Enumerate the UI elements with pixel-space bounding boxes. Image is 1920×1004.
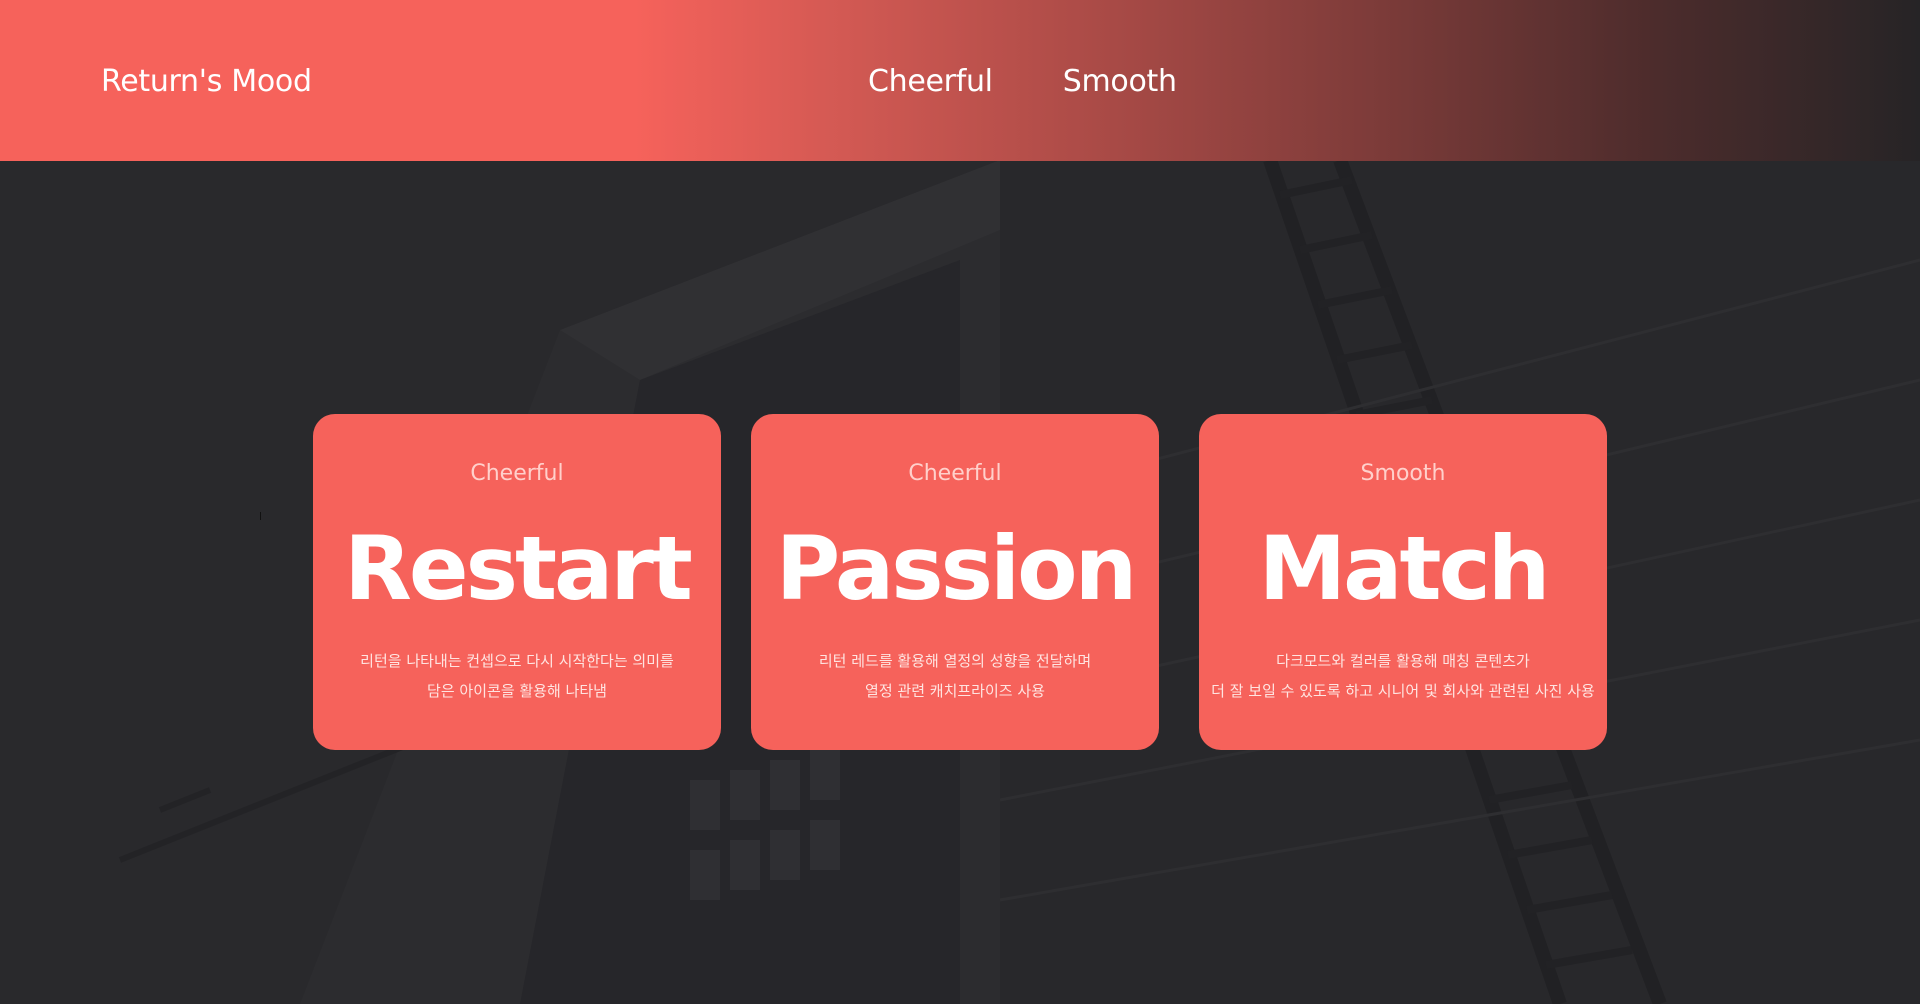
card-description-line: 다크모드와 컬러를 활용해 매칭 콘텐츠가 <box>1276 652 1530 670</box>
card-section: Cheerful Restart 리턴을 나타내는 컨셉으로 다시 시작한다는 … <box>0 0 1920 1004</box>
card-description: 다크모드와 컬러를 활용해 매칭 콘텐츠가 더 잘 보일 수 있도록 하고 시니… <box>1199 646 1607 706</box>
card-restart: Cheerful Restart 리턴을 나타내는 컨셉으로 다시 시작한다는 … <box>313 414 721 750</box>
card-tag: Cheerful <box>908 461 1002 486</box>
card-tag: Cheerful <box>470 461 564 486</box>
card-title: Passion <box>775 517 1138 620</box>
card-description: 리턴 레드를 활용해 열정의 성향을 전달하며 열정 관련 캐치프라이즈 사용 <box>751 646 1159 706</box>
card-description-line: 열정 관련 캐치프라이즈 사용 <box>865 682 1045 700</box>
card-passion: Cheerful Passion 리턴 레드를 활용해 열정의 성향을 전달하며… <box>751 414 1159 750</box>
card-description-line: 리턴 레드를 활용해 열정의 성향을 전달하며 <box>818 652 1092 670</box>
card-description-line: 리턴을 나타내는 컨셉으로 다시 시작한다는 의미를 <box>360 652 674 670</box>
card-description: 리턴을 나타내는 컨셉으로 다시 시작한다는 의미를 담은 아이콘을 활용해 나… <box>313 646 721 706</box>
card-tag: Smooth <box>1360 461 1446 486</box>
card-match: Smooth Match 다크모드와 컬러를 활용해 매칭 콘텐츠가 더 잘 보… <box>1199 414 1607 750</box>
card-description-line: 더 잘 보일 수 있도록 하고 시니어 및 회사와 관련된 사진 사용 <box>1211 682 1595 700</box>
card-title: Restart <box>344 517 693 620</box>
card-description-line: 담은 아이콘을 활용해 나타냄 <box>427 682 607 700</box>
card-title: Match <box>1258 517 1551 620</box>
